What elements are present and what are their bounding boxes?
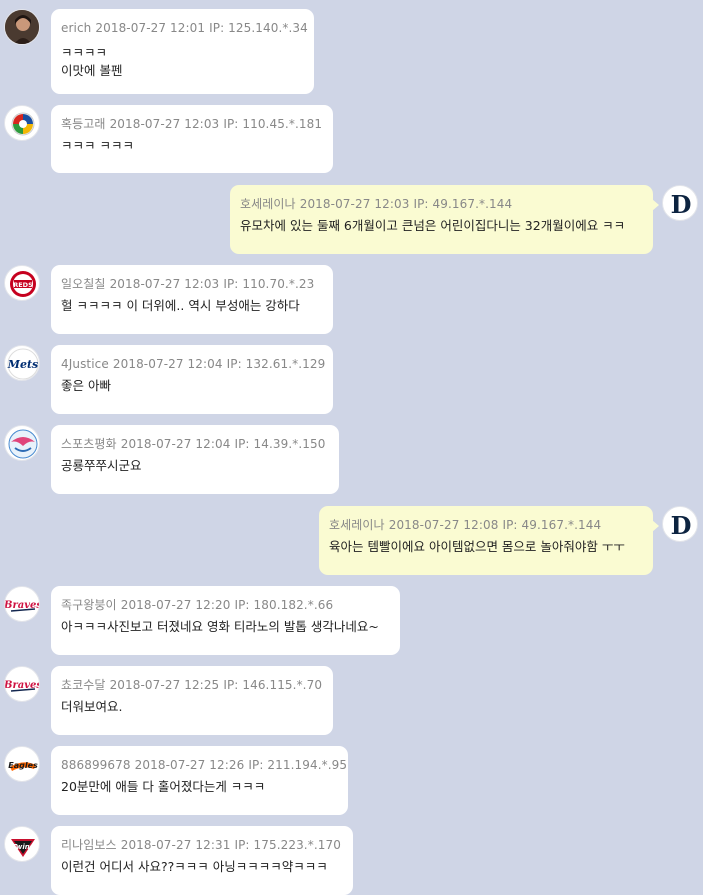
author-nickname[interactable]: erich [61, 21, 91, 35]
message-bubble: erich 2018-07-27 12:01 IP: 125.140.*.34 ㅋㅋ… [51, 9, 314, 94]
post-date: 2018-07-27 12:26 [134, 758, 245, 772]
svg-text:Eagles: Eagles [8, 761, 38, 770]
reds-logo-avatar[interactable]: REDS [4, 265, 40, 301]
ip-address: IP: 14.39.*.150 [234, 437, 326, 451]
message-bubble: 호세레이나 2018-07-27 12:03 IP: 49.167.*.144 유모… [230, 185, 659, 254]
message-line: 이런건 어디서 사요??ㅋㅋㅋ 아닝ㅋㅋㅋㅋ약ㅋㅋㅋ [61, 859, 328, 874]
message-bubble: 족구왕붕이 2018-07-27 12:20 IP: 180.182.*.66 아ㅋ… [51, 586, 400, 655]
post-date: 2018-07-27 12:25 [109, 678, 220, 692]
author-nickname[interactable]: 족구왕붕이 [61, 598, 117, 612]
ip-address: IP: 49.167.*.144 [502, 518, 602, 532]
author-nickname[interactable]: 886899678 [61, 758, 131, 772]
eagle-logo-avatar[interactable] [4, 425, 40, 461]
message-bubble: 4Justice 2018-07-27 12:04 IP: 132.61.*.129… [51, 345, 333, 414]
tigers-d-logo-avatar[interactable]: D [662, 185, 698, 221]
ip-address: IP: 110.45.*.181 [223, 117, 323, 131]
message-bubble: 혹등고래 2018-07-27 12:03 IP: 110.45.*.181 ㅋㅋㅋ… [51, 105, 333, 173]
message-line: 이맛에 볼펜 [61, 63, 123, 78]
message-line: 유모차에 있는 둘째 6개월이고 큰넘은 어린이집다니는 32개월이에요 ㅋㅋ [240, 218, 626, 233]
ip-address: IP: 49.167.*.144 [413, 197, 513, 211]
post-date: 2018-07-27 12:03 [109, 277, 220, 291]
message-line: ㅋㅋㅋㅋ [61, 45, 108, 60]
tigers-d-logo-avatar[interactable]: D [662, 506, 698, 542]
svg-text:D: D [671, 511, 692, 540]
message-line: 헐 ㅋㅋㅋㅋ 이 더위에.. 역시 부성애는 강하다 [61, 298, 300, 313]
author-nickname[interactable]: 스포츠평화 [61, 437, 117, 451]
author-nickname[interactable]: 4Justice [61, 357, 109, 371]
author-nickname[interactable]: 일오칠칠 [61, 277, 106, 291]
wbc-logo-avatar[interactable] [4, 105, 40, 141]
message-bubble: 쵸코수달 2018-07-27 12:25 IP: 146.115.*.70 더워보… [51, 666, 333, 735]
message-line: 공룡쭈쭈시군요 [61, 458, 142, 473]
ip-address: IP: 110.70.*.23 [223, 277, 315, 291]
braves-logo-avatar[interactable]: Braves [4, 666, 40, 702]
post-date: 2018-07-27 12:01 [95, 21, 206, 35]
author-nickname[interactable]: 쵸코수달 [61, 678, 106, 692]
post-date: 2018-07-27 12:03 [299, 197, 410, 211]
message-line: 더워보여요. [61, 699, 123, 714]
author-nickname[interactable]: 호세레이나 [240, 197, 296, 211]
message-line: 육아는 템빨이에요 아이템없으면 몸으로 놀아줘야함 ㅜㅜ [329, 539, 625, 554]
author-nickname[interactable]: 리나임보스 [61, 838, 117, 852]
ip-address: IP: 125.140.*.34 [209, 21, 308, 35]
twins-logo-avatar[interactable]: Twins [4, 826, 40, 862]
svg-text:Twins: Twins [12, 843, 34, 851]
svg-text:D: D [671, 190, 692, 219]
user-photo-avatar[interactable] [4, 9, 40, 45]
author-nickname[interactable]: 혹등고래 [61, 117, 106, 131]
message-line: 좋은 아빠 [61, 378, 111, 393]
ip-address: IP: 132.61.*.129 [226, 357, 326, 371]
message-bubble: 일오칠칠 2018-07-27 12:03 IP: 110.70.*.23 헐 ㅋㅋ… [51, 265, 333, 334]
svg-text:REDS: REDS [13, 281, 33, 289]
braves-logo-avatar[interactable]: Braves [4, 586, 40, 622]
message-bubble: 스포츠평화 2018-07-27 12:04 IP: 14.39.*.150 공룡쭈… [51, 425, 339, 494]
post-date: 2018-07-27 12:03 [109, 117, 220, 131]
ip-address: IP: 180.182.*.66 [234, 598, 334, 612]
ip-address: IP: 175.223.*.170 [234, 838, 341, 852]
post-date: 2018-07-27 12:04 [112, 357, 223, 371]
post-date: 2018-07-27 12:20 [120, 598, 231, 612]
ip-address: IP: 146.115.*.70 [223, 678, 323, 692]
message-bubble: 886899678 2018-07-27 12:26 IP: 211.194.*.9… [51, 746, 348, 815]
post-date: 2018-07-27 12:31 [120, 838, 231, 852]
ip-address: IP: 211.194.*.95 [248, 758, 348, 772]
message-line: ㅋㅋㅋ ㅋㅋㅋ [61, 138, 134, 153]
author-nickname[interactable]: 호세레이나 [329, 518, 385, 532]
post-date: 2018-07-27 12:08 [388, 518, 499, 532]
message-bubble: 리나임보스 2018-07-27 12:31 IP: 175.223.*.170 이… [51, 826, 353, 895]
mets-logo-avatar[interactable]: Mets [4, 345, 40, 381]
post-date: 2018-07-27 12:04 [120, 437, 231, 451]
svg-text:Mets: Mets [7, 358, 38, 371]
message-bubble: 호세레이나 2018-07-27 12:08 IP: 49.167.*.144 육아… [319, 506, 659, 575]
message-line: 20분만에 애들 다 홀어졌다는게 ㅋㅋㅋ [61, 779, 266, 794]
eagles-logo-avatar[interactable]: Eagles [4, 746, 40, 782]
message-line: 아ㅋㅋㅋ사진보고 터졌네요 영화 티라노의 발톱 생각나네요~ [61, 619, 379, 634]
